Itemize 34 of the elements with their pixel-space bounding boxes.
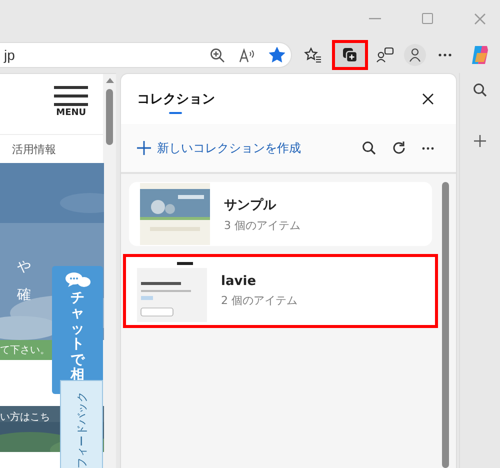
title-underline <box>169 112 182 114</box>
scroll-up-icon[interactable] <box>106 78 114 83</box>
chat-bubbles-icon <box>64 272 90 288</box>
favorites-list-icon[interactable] <box>304 47 322 63</box>
favorite-star-icon[interactable] <box>269 47 285 63</box>
people-icon[interactable] <box>376 47 394 63</box>
refresh-icon[interactable] <box>392 141 406 155</box>
search-icon[interactable] <box>473 83 488 97</box>
menu-label[interactable]: MENU <box>56 109 86 118</box>
close-icon[interactable] <box>422 93 434 105</box>
scrollbar-thumb[interactable] <box>442 182 450 468</box>
hero-text: 確 <box>17 286 32 305</box>
collections-button[interactable] <box>332 40 368 70</box>
collection-card[interactable]: サンプル 3 個のアイテム <box>129 182 432 246</box>
more-icon[interactable] <box>422 146 434 150</box>
scrollbar-thumb[interactable] <box>106 89 114 145</box>
collection-name: lavie <box>221 274 258 289</box>
add-icon[interactable] <box>474 135 486 147</box>
hero-text: や <box>17 258 32 277</box>
feedback-tab[interactable]: フィードバック <box>60 380 103 468</box>
plus-icon <box>137 141 152 155</box>
hamburger-menu-icon[interactable] <box>54 86 88 106</box>
read-aloud-icon[interactable] <box>239 48 255 62</box>
search-icon[interactable] <box>362 141 376 155</box>
copilot-icon[interactable] <box>469 44 491 66</box>
item-count: 2 個のアイテム <box>221 293 298 308</box>
item-count: 3 個のアイテム <box>224 218 301 232</box>
zoom-in-icon[interactable] <box>210 48 225 62</box>
collection-name: サンプル <box>224 196 278 214</box>
profile-icon[interactable] <box>404 44 426 66</box>
panel-title: コレクション <box>137 91 216 108</box>
collection-card[interactable]: lavie 2 個のアイテム <box>123 254 438 328</box>
collections-icon <box>342 47 358 63</box>
more-icon[interactable] <box>438 53 452 57</box>
